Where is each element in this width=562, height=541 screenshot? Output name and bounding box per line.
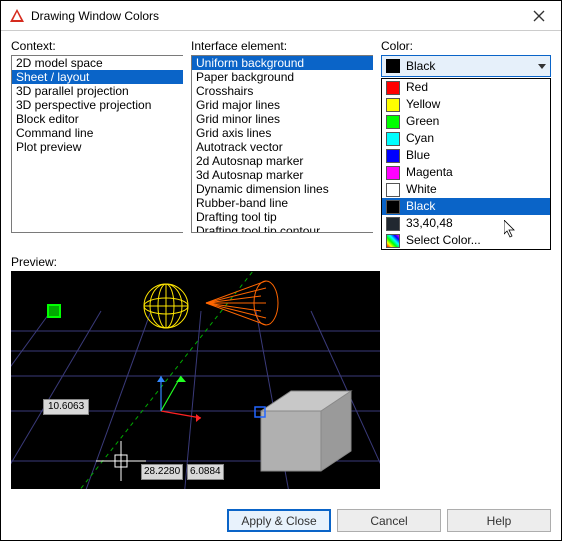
interface-item[interactable]: Paper background bbox=[192, 70, 373, 84]
color-option-label: Green bbox=[406, 114, 439, 129]
color-option[interactable]: Red bbox=[382, 79, 550, 96]
color-option-label: Select Color... bbox=[406, 233, 481, 248]
interface-item[interactable]: Rubber-band line bbox=[192, 196, 373, 210]
preview-autosnap-marker bbox=[47, 304, 61, 318]
color-swatch bbox=[386, 115, 400, 129]
color-option-label: Yellow bbox=[406, 97, 440, 112]
color-option-label: Black bbox=[406, 199, 435, 214]
preview-axis bbox=[146, 366, 216, 426]
color-option-label: Blue bbox=[406, 148, 430, 163]
preview-cone bbox=[201, 276, 281, 331]
preview-tooltip-1: 10.6063 bbox=[43, 399, 89, 415]
color-label: Color: bbox=[381, 39, 551, 53]
color-swatch bbox=[386, 98, 400, 112]
interface-item[interactable]: Autotrack vector bbox=[192, 140, 373, 154]
color-option[interactable]: Green bbox=[382, 113, 550, 130]
color-option[interactable]: Cyan bbox=[382, 130, 550, 147]
interface-item[interactable]: 2d Autosnap marker bbox=[192, 154, 373, 168]
interface-item[interactable]: Drafting tool tip bbox=[192, 210, 373, 224]
preview-pane: 10.6063 28.2280 6.0884 bbox=[11, 271, 380, 489]
preview-crosshair bbox=[96, 441, 146, 481]
color-option-label: Red bbox=[406, 80, 428, 95]
color-option-label: Cyan bbox=[406, 131, 434, 146]
color-option-label: White bbox=[406, 182, 437, 197]
interface-item[interactable]: Grid major lines bbox=[192, 98, 373, 112]
interface-item[interactable]: Grid axis lines bbox=[192, 126, 373, 140]
context-label: Context: bbox=[11, 39, 183, 53]
preview-tooltip-2a: 28.2280 bbox=[141, 464, 183, 480]
color-swatch bbox=[386, 183, 400, 197]
color-swatch bbox=[386, 81, 400, 95]
color-swatch bbox=[386, 234, 400, 248]
color-option[interactable]: Black bbox=[382, 198, 550, 215]
context-item[interactable]: 3D perspective projection bbox=[12, 98, 183, 112]
preview-sphere bbox=[141, 281, 191, 331]
color-option[interactable]: Select Color... bbox=[382, 232, 550, 249]
color-selected-swatch bbox=[386, 59, 400, 73]
close-icon bbox=[533, 10, 545, 22]
context-item[interactable]: 2D model space bbox=[12, 56, 183, 70]
color-swatch bbox=[386, 149, 400, 163]
chevron-down-icon bbox=[538, 64, 546, 69]
interface-item[interactable]: Drafting tool tip contour bbox=[192, 224, 373, 233]
preview-tooltip-2b: 6.0884 bbox=[187, 464, 224, 480]
color-dropdown[interactable]: Red Yellow Green Cyan Blue Magenta White Black 3… bbox=[381, 78, 551, 250]
color-option[interactable]: White bbox=[382, 181, 550, 198]
color-option[interactable]: Blue bbox=[382, 147, 550, 164]
window-title: Drawing Window Colors bbox=[31, 9, 517, 23]
color-option[interactable]: Magenta bbox=[382, 164, 550, 181]
interface-item[interactable]: Uniform background bbox=[192, 56, 373, 70]
interface-item[interactable]: Grid minor lines bbox=[192, 112, 373, 126]
preview-cube bbox=[251, 381, 361, 481]
interface-item[interactable]: Dynamic dimension lines bbox=[192, 182, 373, 196]
dialog-button-bar: Apply & Close Cancel Help bbox=[227, 509, 551, 532]
color-option[interactable]: Yellow bbox=[382, 96, 550, 113]
app-logo bbox=[9, 8, 25, 24]
interface-item[interactable]: Crosshairs bbox=[192, 84, 373, 98]
color-option-label: Magenta bbox=[406, 165, 453, 180]
context-item[interactable]: Sheet / layout bbox=[12, 70, 183, 84]
help-button[interactable]: Help bbox=[447, 509, 551, 532]
interface-listbox[interactable]: Uniform backgroundPaper backgroundCrossh… bbox=[191, 55, 373, 233]
interface-item[interactable]: 3d Autosnap marker bbox=[192, 168, 373, 182]
color-selected-text: Black bbox=[406, 59, 435, 73]
apply-close-button[interactable]: Apply & Close bbox=[227, 509, 331, 532]
context-item[interactable]: 3D parallel projection bbox=[12, 84, 183, 98]
context-item[interactable]: Plot preview bbox=[12, 140, 183, 154]
color-combobox[interactable]: Black RedYellowGreenCyanBlueMagentaWhite… bbox=[381, 55, 551, 77]
interface-label: Interface element: bbox=[191, 39, 373, 53]
color-swatch bbox=[386, 132, 400, 146]
window-close-button[interactable] bbox=[517, 1, 561, 31]
color-swatch bbox=[386, 166, 400, 180]
color-option[interactable]: 33,40,48 bbox=[382, 215, 550, 232]
preview-label: Preview: bbox=[11, 255, 551, 269]
color-option-label: 33,40,48 bbox=[406, 216, 453, 231]
titlebar: Drawing Window Colors bbox=[1, 1, 561, 31]
preview-blue-marker bbox=[254, 406, 266, 418]
color-swatch bbox=[386, 200, 400, 214]
context-listbox[interactable]: 2D model spaceSheet / layout3D parallel … bbox=[11, 55, 183, 233]
cancel-button[interactable]: Cancel bbox=[337, 509, 441, 532]
context-item[interactable]: Block editor bbox=[12, 112, 183, 126]
color-swatch bbox=[386, 217, 400, 231]
context-item[interactable]: Command line bbox=[12, 126, 183, 140]
